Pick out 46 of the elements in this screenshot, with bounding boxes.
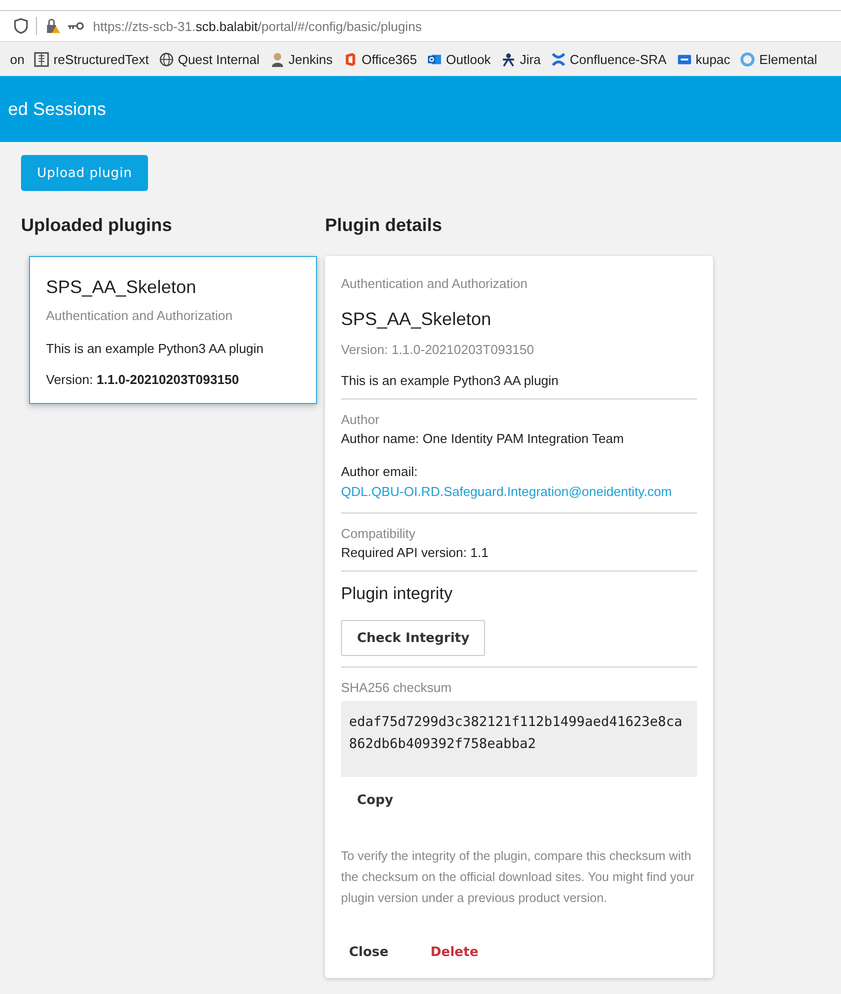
lock-warning-icon: [45, 18, 61, 34]
copy-button[interactable]: Copy: [349, 785, 402, 816]
header-title: ed Sessions: [8, 98, 106, 120]
document-icon: [34, 52, 50, 66]
compatibility-label: Compatibility: [341, 526, 416, 541]
delete-button[interactable]: Delete: [422, 937, 486, 968]
integrity-heading: Plugin integrity: [341, 584, 454, 604]
cross-icon: [550, 52, 566, 66]
shield-icon: [14, 18, 28, 34]
section-heading: Uploaded plugins: [21, 215, 173, 236]
author-email-label: Author email:: [341, 464, 418, 479]
bookmark-item[interactable]: kupac: [676, 52, 730, 66]
author-name: Author name: One Identity PAM Integration Team: [341, 431, 625, 446]
checksum-value: edaf75d7299d3c382121f112b1499aed41623e8ca862db6b409392f758eabba2: [341, 701, 697, 777]
checksum-label: SHA256 checksum: [341, 680, 453, 695]
section-heading: Plugin details: [325, 215, 444, 236]
address-bar[interactable]: https://zts-scb-31.scb.balabit/portal/#/config/basic/plugins: [0, 11, 841, 42]
bookmark-item[interactable]: Confluence-SRA: [550, 52, 667, 66]
person-icon: [270, 52, 284, 66]
bookmark-item[interactable]: Jenkins: [270, 52, 333, 66]
bookmark-item[interactable]: reStructuredText: [34, 52, 149, 66]
bookmark-item[interactable]: Outlook: [427, 52, 491, 66]
bookmark-item[interactable]: Elemental: [740, 52, 818, 66]
plugin-name: SPS_AA_Skeleton: [46, 277, 198, 298]
plugin-card[interactable]: SPS_AA_Skeleton Authentication and Authorization This is an example Python3 AA plugin Version: 1.1.0-20210203T093150: [29, 256, 317, 404]
plugin-version: Version: 1.1.0-20210203T093150: [341, 342, 535, 357]
key-icon: [67, 21, 85, 31]
plugin-description: This is an example Python3 AA plugin: [341, 373, 560, 388]
plugin-version: Version: 1.1.0-20210203T093150: [46, 372, 240, 387]
bookmark-item[interactable]: Quest Internal: [158, 52, 260, 66]
plugin-description: This is an example Python3 AA plugin: [46, 341, 265, 356]
bookmark-item[interactable]: Jira: [500, 52, 541, 66]
bug-icon: [500, 52, 516, 66]
bookmark-item[interactable]: on: [10, 52, 24, 66]
integrity-note: To verify the integrity of the plugin, compare this checksum with the checksum on the official download sites. You might find your plugin version under a previous product version.: [341, 848, 696, 907]
plugin-category: Authentication and Authorization: [46, 308, 234, 323]
ring-icon: [740, 52, 756, 66]
check-integrity-button[interactable]: Check Integrity: [341, 620, 486, 656]
url-text[interactable]: https://zts-scb-31.scb.balabit/portal/#/config/basic/plugins: [93, 18, 422, 34]
author-label: Author: [341, 412, 380, 427]
globe-icon: [158, 52, 174, 66]
plugin-name: SPS_AA_Skeleton: [341, 309, 492, 330]
api-version: Required API version: 1.1: [341, 545, 490, 560]
close-button[interactable]: Close: [341, 937, 396, 968]
plugin-category: Authentication and Authorization: [341, 276, 528, 291]
bookmark-item[interactable]: Office365: [342, 52, 417, 66]
